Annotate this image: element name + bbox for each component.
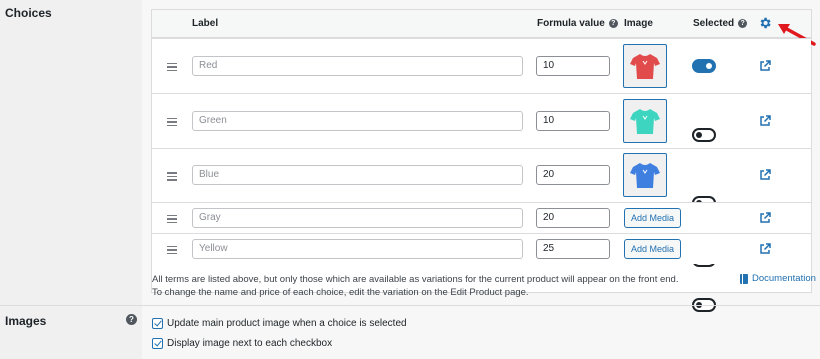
header-selected: Selected? [693,18,748,29]
choice-image[interactable] [623,43,667,88]
external-link-icon[interactable] [759,114,771,127]
add-media-button[interactable]: Add Media [624,207,682,228]
option-label: Display image next to each checkbox [167,338,333,349]
label-input[interactable]: Red [192,55,523,76]
drag-handle-icon[interactable] [167,170,177,183]
section-divider [0,305,820,306]
external-link-icon[interactable] [759,169,771,181]
tshirt-image [630,53,660,79]
external-link-icon[interactable] [759,242,771,255]
documentation-link[interactable]: Documentation [740,273,816,284]
gear-icon[interactable] [758,16,772,30]
drag-handle-icon[interactable] [167,61,177,74]
help-icon[interactable]: ? [738,18,748,28]
choice-image[interactable] [623,153,667,197]
formula-value-input[interactable]: 20 [536,165,610,185]
formula-value-input[interactable]: 10 [536,110,610,131]
external-link-icon[interactable] [759,211,771,224]
checkbox[interactable] [152,338,163,349]
header-formula-value: Formula value? [537,18,618,29]
documentation-link-text: Documentation [752,273,816,284]
choice-image[interactable] [623,98,667,143]
selected-toggle[interactable] [692,127,716,142]
header-formula-value-text: Formula value [537,18,605,29]
drag-handle-icon[interactable] [167,213,177,226]
notes-line-1: All terms are listed above, but only tho… [152,274,679,285]
checkbox[interactable] [152,318,163,329]
tshirt-image [630,163,660,188]
add-media-button[interactable]: Add Media [624,238,682,259]
tshirt-image [630,108,660,134]
label-input[interactable]: Yellow [192,238,523,259]
help-icon[interactable]: ? [608,18,618,28]
header-image: Image [624,18,653,29]
formula-value-input[interactable]: 25 [536,238,610,259]
drag-handle-icon[interactable] [167,244,177,257]
selected-toggle[interactable] [692,58,716,73]
images-help-icon[interactable]: ? [126,314,137,325]
formula-value-input[interactable]: 20 [536,207,610,228]
label-input[interactable]: Gray [192,207,523,228]
choices-notes: All terms are listed above, but only tho… [152,273,678,299]
option-display-image-next-to-checkbox[interactable]: Display image next to each checkbox [152,338,332,349]
notes-line-2: To change the name and price of each cho… [152,287,529,298]
option-label: Update main product image when a choice … [167,318,407,329]
label-input[interactable]: Blue [192,165,523,185]
header-label: Label [192,18,219,29]
images-section-title: Images [5,314,47,328]
choices-section-title: Choices [5,6,52,20]
option-update-main-image[interactable]: Update main product image when a choice … [152,318,407,329]
drag-handle-icon[interactable] [167,116,177,129]
book-icon [740,273,748,284]
label-input[interactable]: Green [192,110,523,131]
external-link-icon[interactable] [759,59,771,72]
formula-value-input[interactable]: 10 [536,55,610,76]
header-selected-text: Selected [693,18,735,29]
